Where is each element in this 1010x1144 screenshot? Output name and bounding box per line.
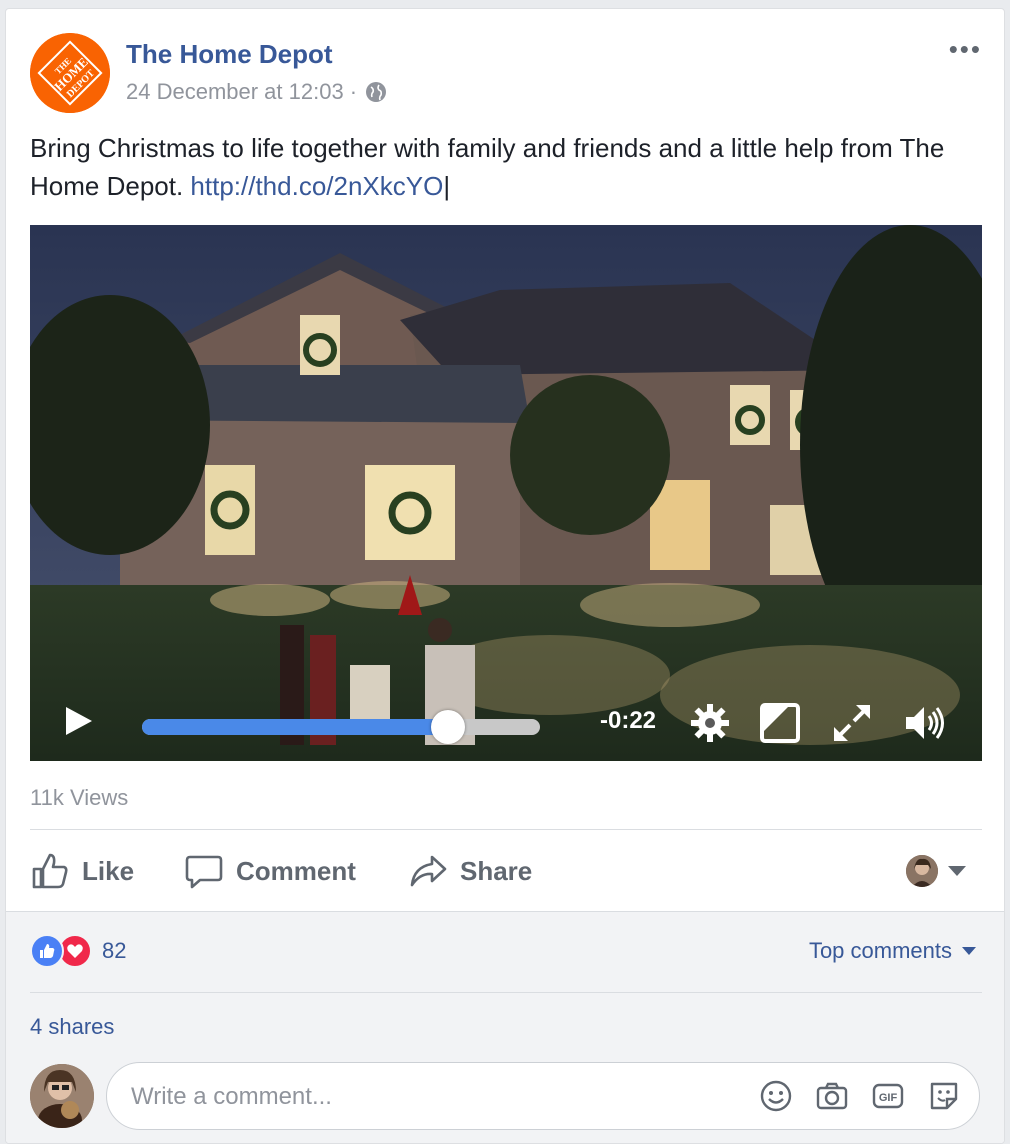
fullscreen-icon[interactable]: [830, 701, 874, 745]
view-count: 11k Views: [30, 785, 129, 810]
share-label: Share: [460, 855, 533, 886]
chevron-down-icon: [948, 866, 966, 876]
divider: [30, 992, 982, 993]
share-button[interactable]: Share: [408, 851, 532, 891]
post-timestamp: 24 December at 12:03 ·: [126, 79, 387, 105]
like-button[interactable]: Like: [30, 851, 134, 891]
settings-gear-icon[interactable]: [688, 701, 732, 745]
divider: [30, 829, 982, 830]
chevron-down-icon: [962, 947, 976, 955]
speech-bubble-icon: [185, 855, 223, 889]
camera-icon[interactable]: [815, 1079, 849, 1113]
picture-in-picture-icon[interactable]: [758, 701, 802, 745]
action-bar: Like Comment Share: [30, 839, 982, 907]
post-header: THE HOME DEPOT The Home Depot 24 Decembe…: [6, 9, 1004, 119]
progress-bar[interactable]: [142, 710, 540, 744]
reaction-count: 82: [102, 938, 127, 963]
video-player[interactable]: -0:22: [30, 225, 982, 761]
more-options-icon[interactable]: •••: [949, 36, 982, 62]
globe-icon: [365, 81, 387, 103]
post-link[interactable]: http://thd.co/2nXkcYO: [190, 171, 443, 201]
post-body: Bring Christmas to life together with fa…: [30, 133, 945, 201]
page-logo[interactable]: THE HOME DEPOT: [30, 33, 110, 113]
comment-label: Comment: [236, 855, 356, 886]
time-remaining: -0:22: [600, 707, 657, 734]
gif-icon[interactable]: GIF: [871, 1079, 905, 1113]
play-icon[interactable]: [64, 705, 94, 737]
user-avatar: [906, 855, 938, 887]
comment-input[interactable]: Write a comment... GIF: [106, 1062, 980, 1130]
emoji-icon[interactable]: [759, 1079, 793, 1113]
reactions-summary[interactable]: 82: [30, 934, 126, 968]
page-name[interactable]: The Home Depot: [126, 39, 333, 70]
comment-placeholder: Write a comment...: [131, 1083, 332, 1110]
comment-sort-dropdown[interactable]: Top comments: [809, 938, 976, 964]
share-arrow-icon: [410, 855, 447, 887]
progress-knob[interactable]: [431, 710, 466, 744]
thumbs-up-icon: [32, 853, 68, 889]
post-card: THE HOME DEPOT The Home Depot 24 Decembe…: [5, 8, 1005, 1144]
post-text: Bring Christmas to life together with fa…: [30, 129, 970, 205]
like-reaction-icon: [30, 934, 64, 968]
like-label: Like: [82, 855, 135, 886]
reaction-as-selector[interactable]: [906, 855, 966, 887]
progress-fill: [142, 719, 449, 735]
post-footer: 82 Top comments 4 shares Write a comment…: [6, 911, 1004, 1143]
timestamp-text[interactable]: 24 December at 12:03 ·: [126, 79, 357, 105]
share-count[interactable]: 4 shares: [30, 1014, 114, 1040]
sticker-icon[interactable]: [927, 1079, 961, 1113]
comment-sort-label: Top comments: [808, 938, 952, 963]
svg-text:GIF: GIF: [879, 1092, 898, 1104]
comment-button[interactable]: Comment: [184, 851, 356, 891]
commenter-avatar[interactable]: [30, 1064, 94, 1128]
video-controls: -0:22: [30, 665, 982, 761]
volume-icon[interactable]: [902, 701, 946, 745]
text-cursor: |: [443, 171, 451, 201]
